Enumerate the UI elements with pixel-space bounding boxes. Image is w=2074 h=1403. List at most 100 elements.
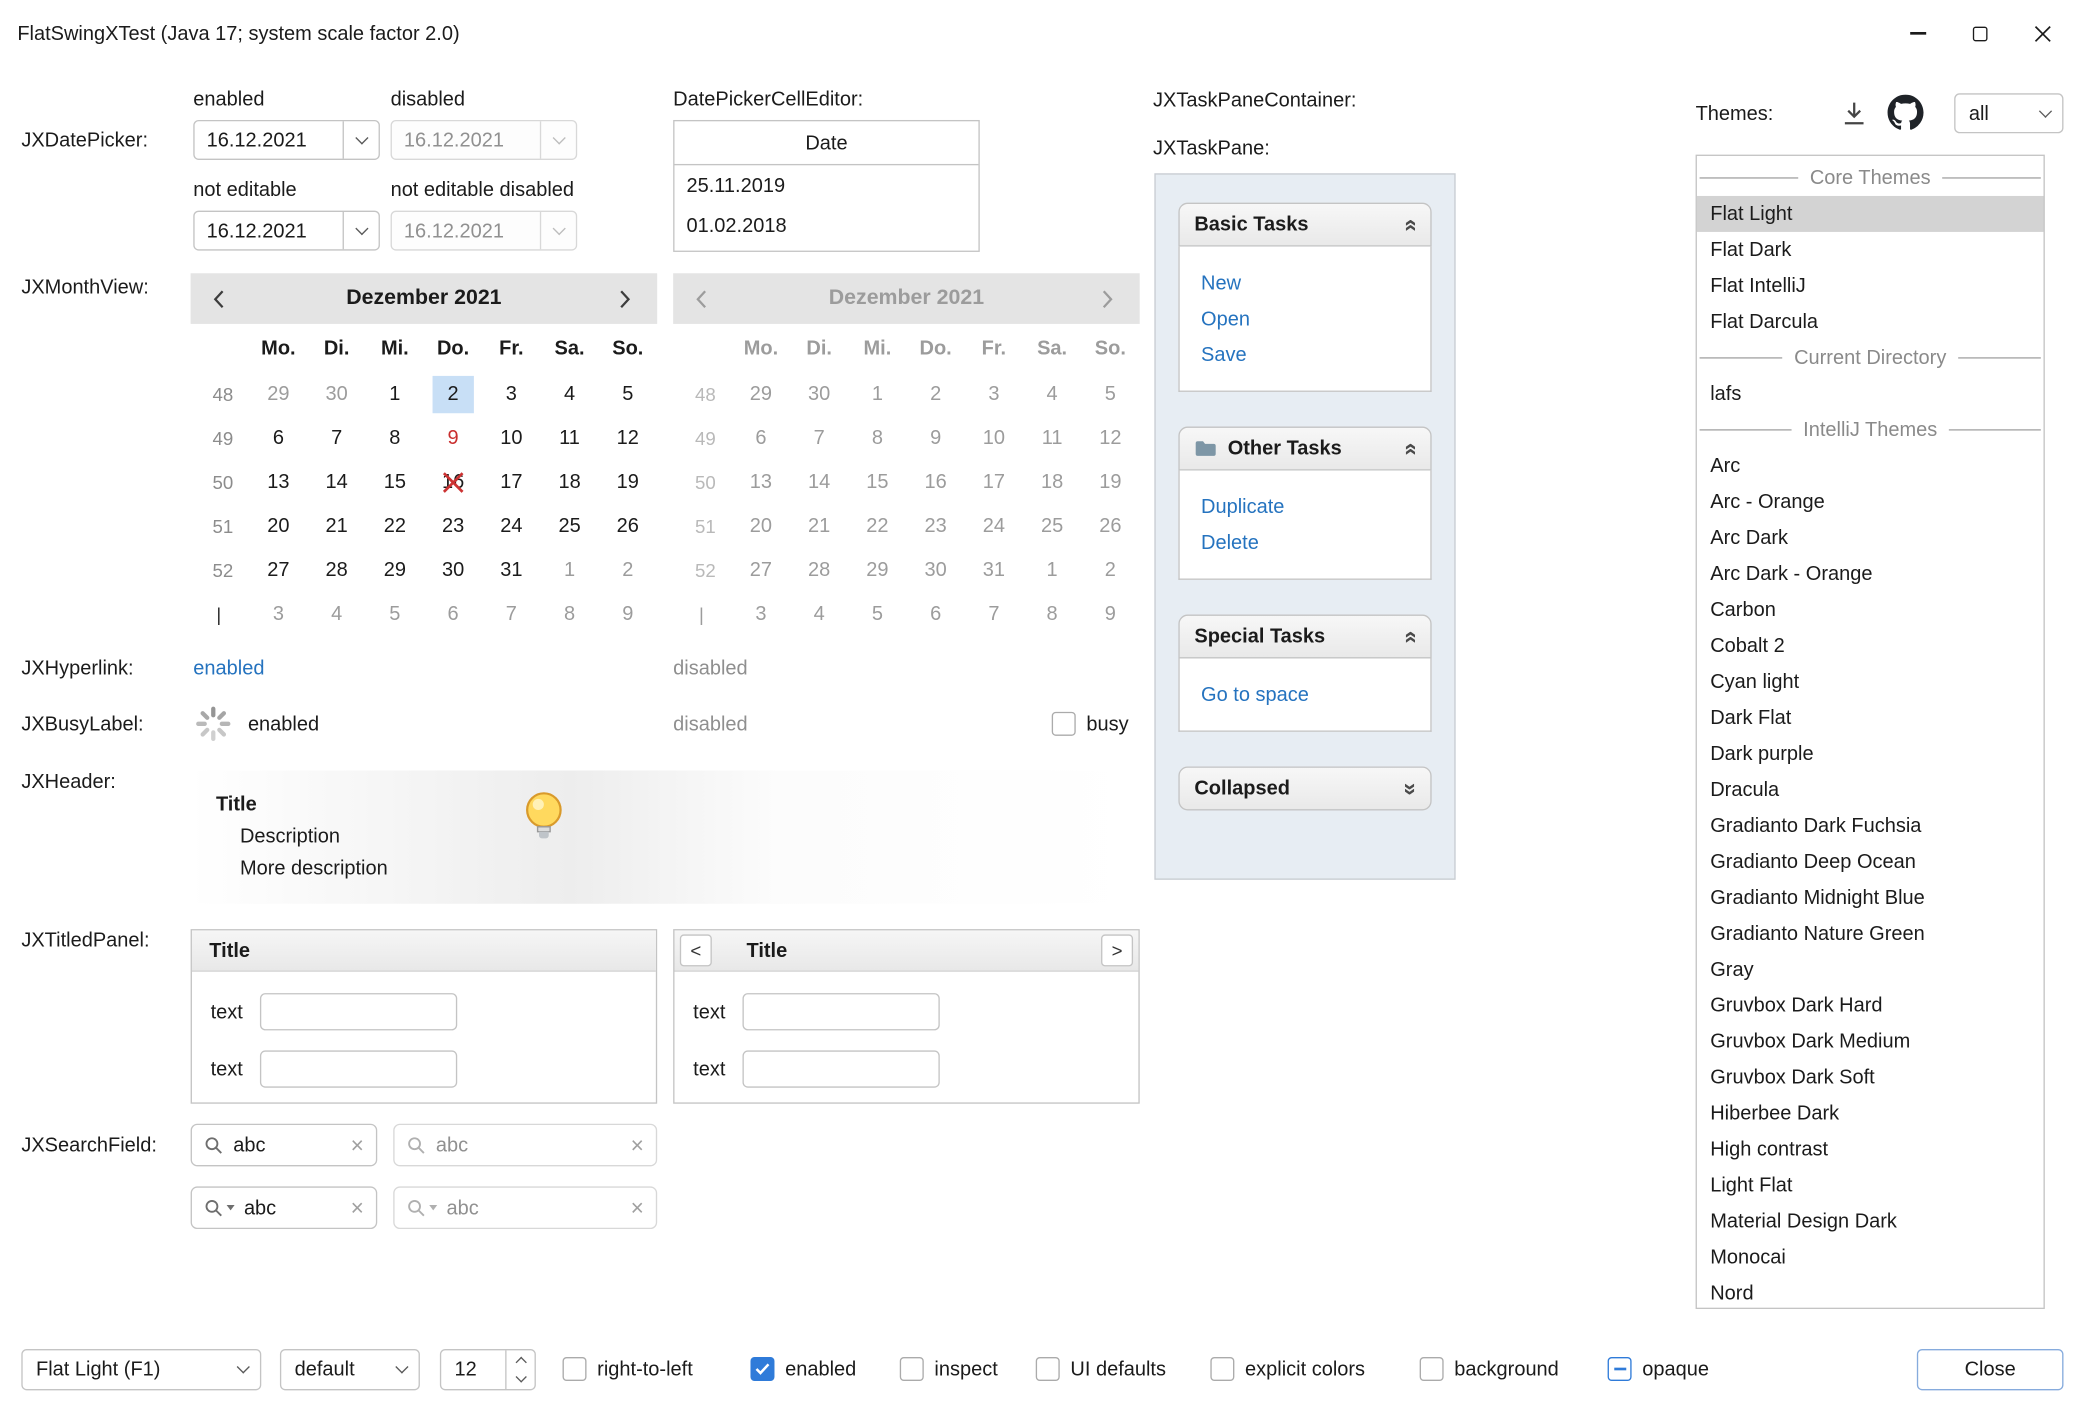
day-cell[interactable]: 30 xyxy=(424,548,482,592)
clear-icon[interactable]: × xyxy=(631,1134,644,1157)
day-cell[interactable]: 2 xyxy=(424,372,482,416)
day-cell[interactable]: 7 xyxy=(482,592,540,636)
calendar-dropdown-button[interactable] xyxy=(343,212,379,249)
style-combo[interactable]: default xyxy=(280,1349,420,1390)
text-input[interactable] xyxy=(743,1050,940,1087)
checkbox-box[interactable] xyxy=(750,1357,774,1381)
day-cell[interactable]: 11 xyxy=(540,416,598,460)
taskpane-link[interactable]: Save xyxy=(1201,337,1430,373)
day-cell[interactable]: 6 xyxy=(424,592,482,636)
checkbox-background[interactable]: background xyxy=(1420,1357,1559,1381)
day-cell[interactable]: 8 xyxy=(540,592,598,636)
day-cell[interactable]: 3 xyxy=(249,592,307,636)
day-cell[interactable]: 8 xyxy=(366,416,424,460)
checkbox-box[interactable] xyxy=(1420,1357,1444,1381)
previous-month-button[interactable] xyxy=(212,287,231,310)
search-with-menu-icon[interactable] xyxy=(204,1198,235,1218)
theme-list-item[interactable]: Flat Dark xyxy=(1697,232,2044,268)
day-cell[interactable]: 29 xyxy=(366,548,424,592)
taskpane-link[interactable]: Go to space xyxy=(1201,677,1430,713)
taskpane-link[interactable]: Open xyxy=(1201,301,1430,337)
clear-icon[interactable]: × xyxy=(351,1134,364,1157)
checkbox-right-to-left[interactable]: right-to-left xyxy=(563,1357,693,1381)
close-window-button[interactable] xyxy=(2011,0,2074,67)
theme-list-item[interactable]: Gradianto Midnight Blue xyxy=(1697,880,2044,916)
theme-list-item[interactable]: Cobalt 2 xyxy=(1697,628,2044,664)
text-input[interactable] xyxy=(260,1050,457,1087)
day-cell[interactable]: 6 xyxy=(249,416,307,460)
day-cell[interactable]: 23 xyxy=(424,504,482,548)
checkbox-box[interactable] xyxy=(1210,1357,1234,1381)
day-cell[interactable]: 22 xyxy=(366,504,424,548)
day-cell[interactable]: 2 xyxy=(599,548,657,592)
font-size-spinner[interactable]: 12 xyxy=(440,1349,536,1390)
minimize-button[interactable] xyxy=(1886,0,1949,67)
day-cell[interactable]: 29 xyxy=(249,372,307,416)
day-cell[interactable]: 31 xyxy=(482,548,540,592)
spinner-down-button[interactable] xyxy=(507,1370,535,1389)
theme-list-item[interactable]: Flat Darcula xyxy=(1697,304,2044,340)
theme-list-item[interactable]: Gray xyxy=(1697,952,2044,988)
double-chevron-up-icon[interactable]: » xyxy=(1396,218,1423,231)
download-icon[interactable] xyxy=(1838,97,1870,129)
theme-filter-combo[interactable]: all xyxy=(1954,93,2063,133)
day-cell[interactable]: 10 xyxy=(482,416,540,460)
day-cell[interactable]: 9 xyxy=(599,592,657,636)
day-cell[interactable]: 30 xyxy=(308,372,366,416)
taskpane-header[interactable]: Other Tasks» xyxy=(1178,427,1431,471)
theme-list-item[interactable]: Gradianto Nature Green xyxy=(1697,916,2044,952)
day-cell[interactable]: 4 xyxy=(308,592,366,636)
checkbox-inspect[interactable]: inspect xyxy=(900,1357,998,1381)
day-cell[interactable]: 15 xyxy=(366,460,424,504)
taskpane-link[interactable]: New xyxy=(1201,265,1430,301)
day-cell[interactable]: 28 xyxy=(308,548,366,592)
maximize-button[interactable] xyxy=(1949,0,2012,67)
theme-list-item[interactable]: Material Design Dark xyxy=(1697,1204,2044,1240)
theme-list-item[interactable]: Carbon xyxy=(1697,592,2044,628)
day-cell[interactable]: 5 xyxy=(599,372,657,416)
table-row[interactable]: 25.11.2019 xyxy=(674,165,978,205)
checkbox-box[interactable] xyxy=(1052,712,1076,736)
datepicker-not-editable[interactable]: 16.12.2021 xyxy=(193,211,380,251)
theme-list-item[interactable]: Cyan light xyxy=(1697,664,2044,700)
checkbox-ui-defaults[interactable]: UI defaults xyxy=(1036,1357,1166,1381)
day-cell[interactable]: 26 xyxy=(599,504,657,548)
calendar-dropdown-button[interactable] xyxy=(343,121,379,158)
day-cell[interactable]: 1 xyxy=(540,548,598,592)
day-cell[interactable]: 25 xyxy=(540,504,598,548)
day-cell[interactable]: 21 xyxy=(308,504,366,548)
datepicker-enabled[interactable]: 16.12.2021 xyxy=(193,120,380,160)
taskpane-link[interactable]: Delete xyxy=(1201,525,1430,561)
next-month-button[interactable] xyxy=(617,287,636,310)
clear-icon[interactable]: × xyxy=(351,1196,364,1219)
checkbox-enabled[interactable]: enabled xyxy=(750,1357,856,1381)
day-cell[interactable]: 7 xyxy=(308,416,366,460)
day-cell[interactable]: 27 xyxy=(249,548,307,592)
taskpane-header[interactable]: Collapsed» xyxy=(1178,766,1431,810)
checkbox-explicit-colors[interactable]: explicit colors xyxy=(1210,1357,1365,1381)
github-icon[interactable] xyxy=(1888,95,1924,131)
scroll-left-button[interactable]: < xyxy=(680,934,712,966)
double-chevron-up-icon[interactable]: » xyxy=(1396,630,1423,643)
spinner-up-button[interactable] xyxy=(507,1350,535,1369)
theme-list-item[interactable]: Gradianto Dark Fuchsia xyxy=(1697,808,2044,844)
day-cell[interactable]: 9 xyxy=(424,416,482,460)
theme-list-item[interactable]: lafs xyxy=(1697,376,2044,412)
clear-icon[interactable]: × xyxy=(631,1196,644,1219)
theme-list-item[interactable]: Light Flat xyxy=(1697,1168,2044,1204)
day-cell[interactable]: 4 xyxy=(540,372,598,416)
theme-list-item[interactable]: Flat IntelliJ xyxy=(1697,268,2044,304)
checkbox-box[interactable] xyxy=(1608,1357,1632,1381)
day-cell[interactable]: 20 xyxy=(249,504,307,548)
search-field[interactable]: abc× xyxy=(191,1124,378,1167)
theme-list-item[interactable]: Dark purple xyxy=(1697,736,2044,772)
theme-list-item[interactable]: Flat Light xyxy=(1697,196,2044,232)
day-cell[interactable]: 19 xyxy=(599,460,657,504)
theme-list-item[interactable]: Gruvbox Dark Soft xyxy=(1697,1060,2044,1096)
theme-list-item[interactable]: Monocai xyxy=(1697,1240,2044,1276)
laf-combo[interactable]: Flat Light (F1) xyxy=(21,1349,261,1390)
table-row[interactable]: 01.02.2018 xyxy=(674,205,978,245)
theme-list-item[interactable]: Arc Dark xyxy=(1697,520,2044,556)
theme-list-item[interactable]: Arc - Orange xyxy=(1697,484,2044,520)
close-button[interactable]: Close xyxy=(1917,1349,2064,1390)
